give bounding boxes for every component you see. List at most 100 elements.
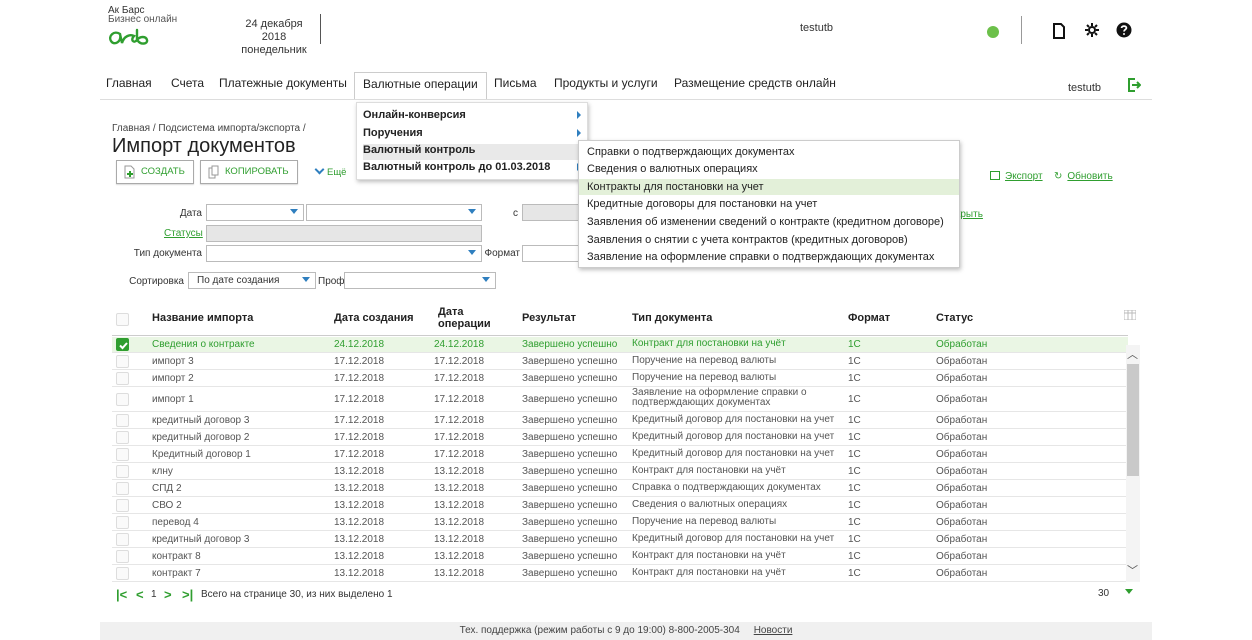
submenu-contract-changes[interactable]: Заявления об изменении сведений о контра… <box>579 214 959 230</box>
prev-page-icon[interactable]: < <box>136 587 144 602</box>
row-checkbox[interactable] <box>116 499 129 512</box>
col-name[interactable]: Название импорта <box>152 312 253 324</box>
news-link[interactable]: Новости <box>754 625 793 636</box>
logout-icon[interactable] <box>1127 78 1141 92</box>
col-result[interactable]: Результат <box>522 312 576 324</box>
statuses-link[interactable]: Статусы <box>164 228 203 239</box>
col-created[interactable]: Дата создания <box>334 312 414 324</box>
breadcrumb[interactable]: Главная / Подсистема импорта/экспорта / <box>112 123 306 134</box>
document-icon[interactable] <box>1052 22 1066 40</box>
row-checkbox[interactable] <box>116 355 129 368</box>
help-icon[interactable] <box>1116 22 1132 38</box>
profile-select[interactable] <box>344 272 496 289</box>
nav-currency-ops[interactable]: Валютные операции <box>354 72 487 100</box>
cell-doc-type: Контракт для постановки на учёт <box>632 568 786 578</box>
scrollbar-thumb[interactable] <box>1127 364 1139 476</box>
col-status[interactable]: Статус <box>936 312 973 324</box>
table-row[interactable]: клну 13.12.2018 13.12.2018 Завершено успешн… <box>112 464 1128 480</box>
menu-orders[interactable]: Поручения <box>363 127 581 139</box>
last-page-icon[interactable]: >| <box>182 587 193 602</box>
table-row[interactable]: Сведения о контракте 24.12.2018 24.12.2018… <box>112 337 1128 353</box>
sort-select[interactable]: По дате создания <box>188 272 316 289</box>
cell-doc-type: Контракт для постановки на учёт <box>632 466 786 476</box>
submenu-confirming-docs[interactable]: Справки о подтверждающих документах <box>579 144 959 160</box>
columns-icon[interactable] <box>1124 310 1136 320</box>
cell-name: контракт 8 <box>152 551 201 562</box>
menu-currency-control[interactable]: Валютный контроль <box>363 144 581 160</box>
table-row[interactable]: контракт 8 13.12.2018 13.12.2018 Завершено … <box>112 549 1128 565</box>
refresh-label[interactable]: Обновить <box>1067 171 1112 182</box>
page-size-caret-icon[interactable] <box>1125 589 1133 594</box>
cell-format: 1С <box>848 466 861 477</box>
table-row[interactable]: кредитный договор 3 13.12.2018 13.12.2018 З… <box>112 532 1128 548</box>
bank-logo-icon[interactable] <box>106 26 152 48</box>
table-row[interactable]: кредитный договор 3 17.12.2018 17.12.2018 З… <box>112 413 1128 429</box>
row-checkbox[interactable] <box>116 516 129 529</box>
nav-accounts[interactable]: Счета <box>171 76 204 90</box>
scroll-up-icon[interactable]: ︿ <box>1127 346 1138 362</box>
row-checkbox[interactable] <box>116 567 129 580</box>
submenu-contracts[interactable]: Контракты для постановки на учет <box>579 179 959 195</box>
row-checkbox[interactable] <box>116 482 129 495</box>
more-actions[interactable]: Ещё <box>314 164 346 178</box>
hide-filters-link[interactable]: крыть <box>956 209 983 220</box>
cell-created: 13.12.2018 <box>334 551 385 562</box>
date-select[interactable] <box>206 204 304 221</box>
menu-online-conversion[interactable]: Онлайн-конверсия <box>363 109 581 121</box>
format-select[interactable] <box>522 245 580 262</box>
nav-deposits-online[interactable]: Размещение средств онлайн <box>674 76 836 90</box>
refresh-link[interactable]: ↻ Обновить <box>1054 171 1113 182</box>
submenu-credit-agreements[interactable]: Кредитные договоры для постановки на уче… <box>579 196 959 212</box>
date-period-select[interactable] <box>306 204 482 221</box>
table-row[interactable]: СПД 2 13.12.2018 13.12.2018 Завершено успеш… <box>112 481 1128 497</box>
gear-icon[interactable] <box>1084 22 1100 38</box>
submenu-deregistration[interactable]: Заявления о снятии с учета контрактов (к… <box>579 232 959 248</box>
nav-payment-docs[interactable]: Платежные документы <box>219 76 347 90</box>
table-row[interactable]: перевод 4 13.12.2018 13.12.2018 Завершено у… <box>112 515 1128 531</box>
table-row[interactable]: импорт 3 17.12.2018 17.12.2018 Завершено ус… <box>112 354 1128 370</box>
col-doc-type[interactable]: Тип документа <box>632 312 712 324</box>
next-page-icon[interactable]: > <box>164 587 172 602</box>
first-page-icon[interactable]: |< <box>116 587 127 602</box>
export-link[interactable]: Экспорт <box>990 171 1043 182</box>
submenu-certificate-request[interactable]: Заявление на оформление справки о подтве… <box>579 249 959 265</box>
cell-format: 1С <box>848 500 861 511</box>
header-divider <box>320 14 321 44</box>
table-row[interactable]: СВО 2 13.12.2018 13.12.2018 Завершено успеш… <box>112 498 1128 514</box>
scroll-down-icon[interactable]: ﹀ <box>1127 562 1138 578</box>
row-checkbox[interactable] <box>116 448 129 461</box>
col-format[interactable]: Формат <box>848 312 890 324</box>
table-row[interactable]: импорт 2 17.12.2018 17.12.2018 Завершено ус… <box>112 371 1128 387</box>
copy-button[interactable]: КОПИРОВАТЬ <box>200 160 298 184</box>
cell-status: Обработан <box>936 394 988 405</box>
select-all-checkbox[interactable] <box>116 313 129 326</box>
row-checkbox[interactable] <box>116 431 129 444</box>
row-checkbox[interactable] <box>116 414 129 427</box>
table-row[interactable]: кредитный договор 2 17.12.2018 17.12.2018 З… <box>112 430 1128 446</box>
row-checkbox[interactable] <box>116 550 129 563</box>
doc-type-select[interactable] <box>206 245 482 262</box>
submenu-currency-ops-info[interactable]: Сведения о валютных операциях <box>579 161 959 177</box>
nav-products[interactable]: Продукты и услуги <box>554 76 658 90</box>
export-label[interactable]: Экспорт <box>1005 171 1043 182</box>
row-checkbox[interactable] <box>116 372 129 385</box>
table-row[interactable]: импорт 1 17.12.2018 17.12.2018 Завершено ус… <box>112 388 1128 412</box>
col-op-date[interactable]: Дата операции <box>438 306 491 330</box>
date-from-input[interactable] <box>522 204 580 221</box>
menu-currency-control-old[interactable]: Валютный контроль до 01.03.2018 <box>363 161 581 173</box>
row-checkbox[interactable] <box>116 393 129 406</box>
sort-value: По дате создания <box>197 275 280 286</box>
cell-name: импорт 2 <box>152 373 194 384</box>
table-row[interactable]: контракт 7 13.12.2018 13.12.2018 Завершено … <box>112 566 1128 582</box>
row-checkbox[interactable] <box>116 465 129 478</box>
nav-home[interactable]: Главная <box>106 76 152 90</box>
table-row[interactable]: Кредитный договор 1 17.12.2018 17.12.2018 З… <box>112 447 1128 463</box>
cell-status: Обработан <box>936 568 988 579</box>
row-checkbox[interactable] <box>116 338 129 351</box>
statuses-input[interactable] <box>206 225 482 242</box>
row-checkbox[interactable] <box>116 533 129 546</box>
cell-created: 13.12.2018 <box>334 517 385 528</box>
create-button[interactable]: СОЗДАТЬ <box>116 160 194 184</box>
cell-doc-type: Контракт для постановки на учёт <box>632 551 786 561</box>
nav-letters[interactable]: Письма <box>494 76 537 90</box>
